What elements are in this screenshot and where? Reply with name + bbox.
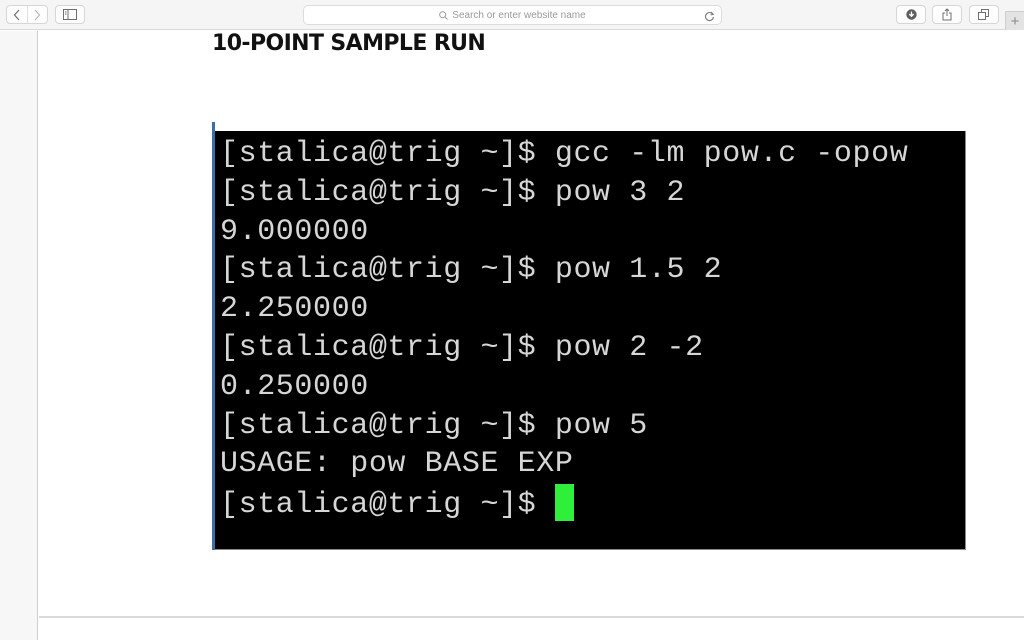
downloads-button[interactable] <box>896 5 926 24</box>
terminal-prompt-line: [stalica@trig ~]$ <box>220 484 965 523</box>
sidebar-icon <box>63 9 77 20</box>
reload-icon <box>705 11 715 22</box>
address-placeholder-text: Search or enter website name <box>452 9 586 21</box>
plus-icon: + <box>1010 12 1020 30</box>
address-bar[interactable]: Search or enter website name <box>303 5 722 25</box>
magnifier-icon <box>439 10 449 20</box>
address-placeholder: Search or enter website name <box>304 6 721 24</box>
slide-panel-gutter <box>0 31 38 640</box>
forward-button[interactable] <box>26 6 48 23</box>
tabs-overview-icon <box>978 9 989 20</box>
share-button[interactable] <box>932 5 962 24</box>
tab-overview-button[interactable] <box>969 5 999 24</box>
slide-title: 10-POINT SAMPLE RUN <box>212 31 486 56</box>
slide-divider <box>39 616 1024 618</box>
terminal-line: USAGE: pow BASE EXP <box>220 447 574 482</box>
chevron-right-icon <box>34 9 41 20</box>
new-tab-button[interactable]: + <box>1005 11 1024 30</box>
browser-toolbar: Search or enter website name + <box>0 0 1024 30</box>
terminal-line: [stalica@trig ~]$ pow 5 <box>220 408 648 443</box>
reload-button[interactable] <box>704 9 715 27</box>
share-icon <box>942 8 952 21</box>
nav-button-group <box>6 5 48 24</box>
terminal-line: 2.250000 <box>220 292 369 327</box>
back-button[interactable] <box>7 6 27 23</box>
terminal-screenshot: [stalica@trig ~]$ gcc -lm pow.c -opow [s… <box>215 131 966 550</box>
sidebar-toggle-button[interactable] <box>55 5 85 24</box>
terminal-line: [stalica@trig ~]$ pow 3 2 <box>220 175 686 210</box>
terminal-line: [stalica@trig ~]$ gcc -lm pow.c -opow <box>220 137 909 171</box>
terminal-line: 9.000000 <box>220 214 369 249</box>
download-icon <box>905 9 917 20</box>
terminal-line: [stalica@trig ~]$ pow 1.5 2 <box>220 253 723 288</box>
chevron-left-icon <box>13 9 20 20</box>
terminal-line: 0.250000 <box>220 369 369 404</box>
terminal-cursor <box>554 484 574 522</box>
terminal-prompt: [stalica@trig ~]$ <box>220 488 555 523</box>
terminal-line: [stalica@trig ~]$ pow 2 -2 <box>220 330 704 365</box>
